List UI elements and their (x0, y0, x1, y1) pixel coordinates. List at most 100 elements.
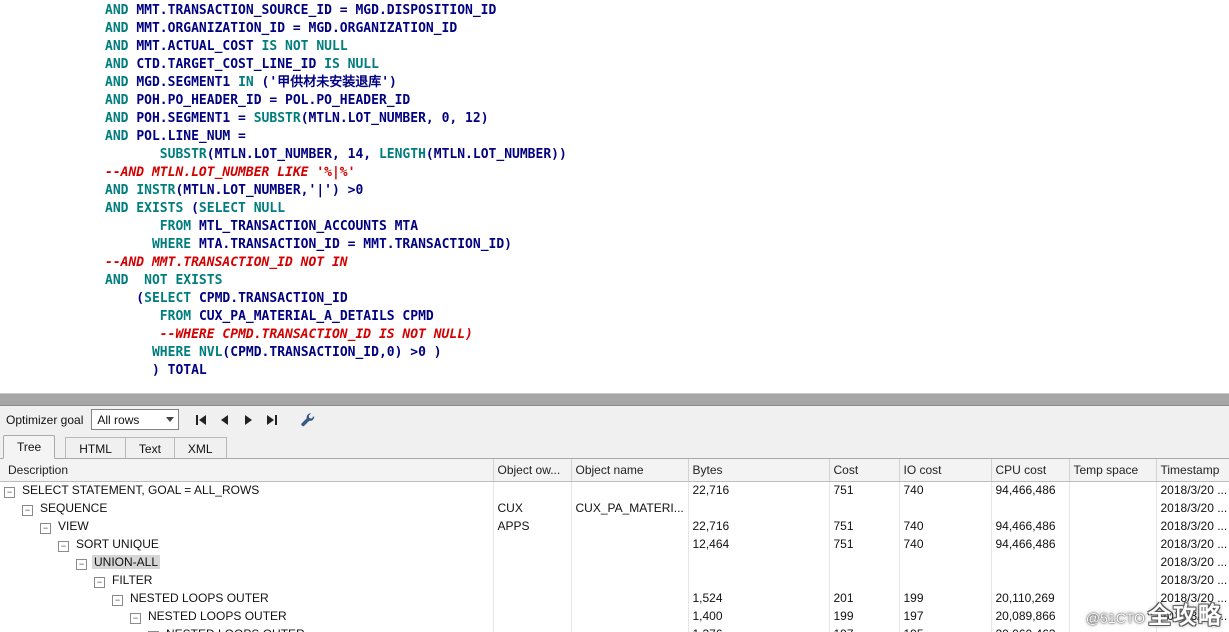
plan-tree-grid: DescriptionObject ow...Object nameBytesC… (0, 459, 1229, 632)
plan-row[interactable]: −NESTED LOOPS OUTER1,37619719520,060,463 (0, 625, 1229, 632)
cell-timestamp: 2018/3/20 ... (1156, 535, 1229, 553)
cell-temp_space (1069, 589, 1156, 607)
plan-node-label[interactable]: NESTED LOOPS OUTER (164, 627, 307, 632)
plan-row[interactable]: −SEQUENCECUXCUX_PA_MATERI...2018/3/20 ..… (0, 499, 1229, 517)
plan-row[interactable]: −FILTER 2018/3/20 ... (0, 571, 1229, 589)
cell-timestamp: 2018/3/20 ... (1156, 571, 1229, 589)
plan-node-label[interactable]: VIEW (56, 519, 91, 533)
collapse-toggle-icon[interactable]: − (4, 487, 15, 498)
cell-temp_space (1069, 607, 1156, 625)
next-record-button[interactable] (237, 409, 258, 430)
optimizer-goal-label: Optimizer goal (6, 413, 83, 427)
collapse-toggle-icon[interactable]: − (130, 613, 141, 624)
plan-row[interactable]: −UNION-ALL 2018/3/20 ... (0, 553, 1229, 571)
collapse-toggle-icon[interactable]: − (94, 577, 105, 588)
plan-row[interactable]: −SELECT STATEMENT, GOAL = ALL_ROWS 22,716… (0, 481, 1229, 499)
plan-row[interactable]: −NESTED LOOPS OUTER1,40019919720,089,866… (0, 607, 1229, 625)
cell-cpu_cost: 94,466,486 (991, 481, 1069, 499)
tab-html[interactable]: HTML (66, 438, 126, 459)
cell-bytes (688, 571, 829, 589)
cell-object (571, 607, 688, 625)
column-header-description[interactable]: Description (0, 459, 493, 481)
sql-code-line: AND EXISTS (SELECT NULL (105, 200, 1229, 218)
plan-node-label[interactable]: SEQUENCE (38, 501, 109, 515)
cell-cpu_cost: 94,466,486 (991, 535, 1069, 553)
cell-owner: CUX (493, 499, 571, 517)
sql-code-line: AND MMT.ORGANIZATION_ID = MGD.ORGANIZATI… (105, 20, 1229, 38)
cell-cost: 199 (829, 607, 899, 625)
preferences-wrench-button[interactable] (297, 409, 318, 430)
column-header-io_cost[interactable]: IO cost (899, 459, 991, 481)
cell-object (571, 571, 688, 589)
cell-owner (493, 571, 571, 589)
wrench-icon (300, 412, 315, 427)
cell-owner (493, 607, 571, 625)
sql-code-line: WHERE MTA.TRANSACTION_ID = MMT.TRANSACTI… (105, 236, 1229, 254)
cell-cost (829, 499, 899, 517)
column-header-bytes[interactable]: Bytes (688, 459, 829, 481)
cell-owner: APPS (493, 517, 571, 535)
column-header-timestamp[interactable]: Timestamp (1156, 459, 1229, 481)
collapse-toggle-icon[interactable]: − (58, 541, 69, 552)
optimizer-goal-dropdown[interactable]: All rows (91, 409, 179, 430)
column-header-object_name[interactable]: Object name (571, 459, 688, 481)
column-header-cost[interactable]: Cost (829, 459, 899, 481)
cell-temp_space (1069, 571, 1156, 589)
collapse-toggle-icon[interactable]: − (112, 595, 123, 606)
tab-tree[interactable]: Tree (3, 435, 55, 459)
cell-bytes: 22,716 (688, 481, 829, 499)
plan-row[interactable]: −NESTED LOOPS OUTER1,52420119920,110,269… (0, 589, 1229, 607)
plan-node-label[interactable]: SELECT STATEMENT, GOAL = ALL_ROWS (20, 483, 261, 497)
cell-description: −VIEW (0, 517, 493, 535)
cell-cost: 751 (829, 517, 899, 535)
cell-io_cost: 740 (899, 481, 991, 499)
tab-xml[interactable]: XML (175, 438, 227, 459)
column-header-object_owner[interactable]: Object ow... (493, 459, 571, 481)
chevron-down-icon[interactable] (162, 410, 178, 429)
cell-bytes: 1,524 (688, 589, 829, 607)
plan-node-label[interactable]: NESTED LOOPS OUTER (146, 609, 289, 623)
plan-node-label[interactable]: SORT UNIQUE (74, 537, 161, 551)
collapse-toggle-icon[interactable]: − (40, 523, 51, 534)
cell-owner (493, 553, 571, 571)
plan-node-label[interactable]: NESTED LOOPS OUTER (128, 591, 271, 605)
cell-owner (493, 589, 571, 607)
cell-temp_space (1069, 535, 1156, 553)
cell-object: CUX_PA_MATERI... (571, 499, 688, 517)
sql-code-line: AND MMT.TRANSACTION_SOURCE_ID = MGD.DISP… (105, 2, 1229, 20)
plan-node-label[interactable]: FILTER (110, 573, 154, 587)
sql-code-line: FROM MTL_TRANSACTION_ACCOUNTS MTA (105, 218, 1229, 236)
collapse-toggle-icon[interactable]: − (22, 505, 33, 516)
cell-temp_space (1069, 517, 1156, 535)
cell-cost (829, 571, 899, 589)
cell-bytes: 1,400 (688, 607, 829, 625)
tab-text[interactable]: Text (126, 438, 175, 459)
optimizer-goal-value: All rows (97, 413, 139, 427)
cell-timestamp: 2018/3/20 ... (1156, 553, 1229, 571)
plan-row[interactable]: −SORT UNIQUE12,46475174094,466,4862018/3… (0, 535, 1229, 553)
cell-cost: 197 (829, 625, 899, 632)
format-tabs: HTML Text XML (65, 437, 226, 459)
cell-object (571, 625, 688, 632)
first-record-button[interactable] (191, 409, 212, 430)
horizontal-splitter[interactable] (0, 393, 1229, 406)
previous-record-button[interactable] (214, 409, 235, 430)
collapse-toggle-icon[interactable]: − (76, 559, 87, 570)
sql-editor-pane[interactable]: AND MMT.TRANSACTION_SOURCE_ID = MGD.DISP… (0, 0, 1229, 393)
cell-io_cost: 199 (899, 589, 991, 607)
previous-record-icon (218, 413, 232, 427)
column-header-temp_space[interactable]: Temp space (1069, 459, 1156, 481)
cell-io_cost (899, 499, 991, 517)
last-record-button[interactable] (260, 409, 281, 430)
sql-code-line: AND MGD.SEGMENT1 IN ('甲供材未安装退库') (105, 74, 1229, 92)
sql-code-line: (SELECT CPMD.TRANSACTION_ID (105, 290, 1229, 308)
cell-cpu_cost: 20,089,866 (991, 607, 1069, 625)
cell-owner (493, 535, 571, 553)
cell-description: −SORT UNIQUE (0, 535, 493, 553)
sql-code-line: ) TOTAL (105, 362, 1229, 380)
column-header-cpu_cost[interactable]: CPU cost (991, 459, 1069, 481)
plan-node-label[interactable]: UNION-ALL (92, 555, 160, 569)
cell-cost: 751 (829, 481, 899, 499)
plan-row[interactable]: −VIEWAPPS22,71675174094,466,4862018/3/20… (0, 517, 1229, 535)
cell-cpu_cost: 20,110,269 (991, 589, 1069, 607)
